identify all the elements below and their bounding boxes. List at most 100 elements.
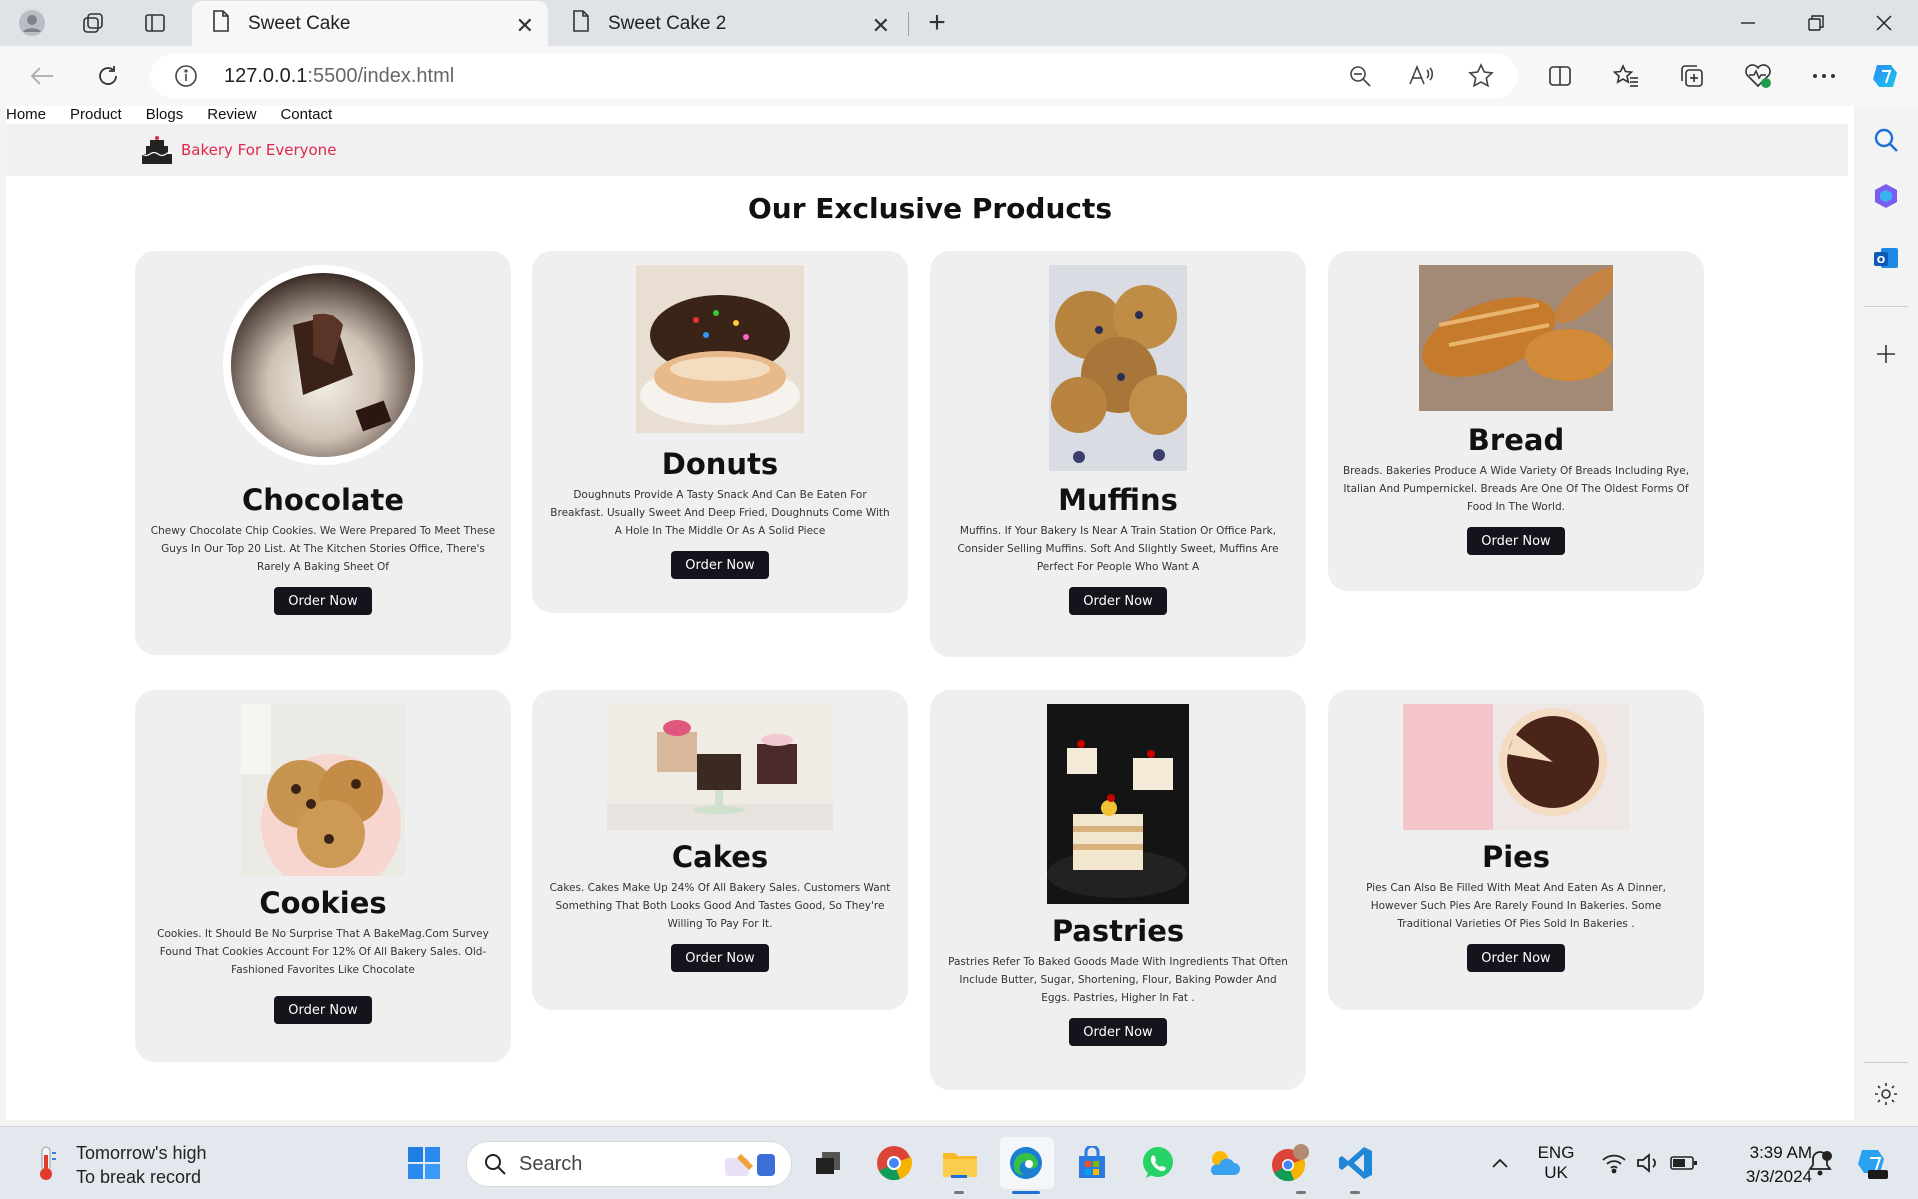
sidebar-settings-icon[interactable] [1868,1076,1904,1112]
windows-taskbar: Tomorrow's high To break record Search E… [0,1126,1918,1199]
favorite-star-icon[interactable] [1468,63,1494,93]
restore-button[interactable] [1786,6,1846,40]
sidebar-divider [1864,1062,1908,1063]
zoom-out-icon[interactable] [1348,64,1372,92]
refresh-button[interactable] [88,58,128,94]
product-card-pastries: Pastries Pastries Refer To Baked Goods M… [930,690,1306,1090]
sidebar-divider [1864,306,1908,307]
close-tab-icon[interactable]: ✕ [516,13,534,39]
windows-start-icon[interactable] [404,1143,444,1183]
active-app-indicator [1012,1191,1040,1194]
nav-contact-link[interactable]: Contact [280,106,332,124]
site-info-icon[interactable] [174,64,198,92]
site-nav: Home Product Blogs Review Contact [6,106,356,124]
product-card-muffins: Muffins Muffins. If Your Bakery Is Near … [930,251,1306,657]
running-indicator [1296,1191,1306,1194]
language-indicator[interactable]: ENG UK [1526,1143,1586,1183]
profile-icon[interactable] [17,8,47,38]
edge-sidebar: O [1854,106,1918,1126]
product-card-bread: Bread Breads. Bakeries Produce A Wide Va… [1328,251,1704,591]
bakery-logo-icon[interactable] [138,136,176,166]
notifications-icon[interactable] [1800,1143,1840,1183]
product-name: Chocolate [241,483,404,517]
clock[interactable]: 3:39 AM 3/3/2024 [1716,1141,1812,1189]
add-sidebar-app-icon[interactable] [1868,336,1904,372]
donuts-image [636,265,804,433]
vscode-icon[interactable] [1336,1143,1376,1183]
order-now-button[interactable]: Order Now [274,996,372,1024]
chrome-icon[interactable] [874,1143,914,1183]
order-now-button[interactable]: Order Now [1467,944,1565,972]
weather-line-2: To break record [76,1167,202,1187]
order-now-button[interactable]: Order Now [1069,587,1167,615]
search-highlight-icon [721,1148,781,1184]
section-title: Our Exclusive Products [747,192,1113,225]
brand-name[interactable]: Bakery For Everyone [181,141,336,159]
chrome-profile-icon[interactable] [1270,1143,1310,1183]
page-icon [572,10,590,38]
show-hidden-icons-chevron-icon[interactable] [1480,1143,1520,1183]
minimize-button[interactable] [1718,6,1778,40]
chocolate-image [223,265,423,465]
copilot-icon[interactable] [1866,58,1906,94]
nav-product-link[interactable]: Product [70,106,122,124]
more-options-icon[interactable] [1804,58,1844,94]
product-card-cookies: Cookies Cookies. It Should Be No Surpris… [135,690,511,1062]
url-text[interactable]: 127.0.0.1:5500/index.html [224,65,454,88]
product-name: Pies [1481,840,1551,874]
favorites-icon[interactable] [1606,58,1646,94]
product-description: Cakes. Cakes Make Up 24% Of All Bakery S… [549,882,891,930]
copilot-preview-icon[interactable] [1852,1143,1892,1183]
pastries-image [1047,704,1189,904]
nav-review-link[interactable]: Review [207,106,256,124]
page-icon [212,10,230,38]
tab-sweet-cake-2[interactable]: Sweet Cake 2 ✕ [552,1,904,47]
battery-icon[interactable] [1664,1143,1704,1183]
edge-icon[interactable] [1006,1143,1046,1183]
language-region: UK [1544,1163,1568,1182]
whatsapp-icon[interactable] [1138,1143,1178,1183]
browser-toolbar: 127.0.0.1:5500/index.html [0,46,1918,106]
workspaces-icon[interactable] [78,8,108,38]
order-now-button[interactable]: Order Now [671,944,769,972]
order-now-button[interactable]: Order Now [671,551,769,579]
product-description: Breads. Bakeries Produce A Wide Variety … [1342,465,1690,513]
product-description: Pastries Refer To Baked Goods Made With … [948,956,1288,1004]
product-card-cakes: Cakes Cakes. Cakes Make Up 24% Of All Ba… [532,690,908,1010]
split-screen-icon[interactable] [1540,58,1580,94]
tab-sweet-cake[interactable]: Sweet Cake ✕ [192,1,548,47]
file-explorer-icon[interactable] [940,1143,980,1183]
product-card-pies: Pies Pies Can Also Be Filled With Meat A… [1328,690,1704,1010]
read-aloud-icon[interactable] [1408,64,1434,92]
close-tab-icon[interactable]: ✕ [872,13,890,39]
browser-titlebar: Sweet Cake ✕ Sweet Cake 2 ✕ + [0,0,1918,47]
nav-blogs-link[interactable]: Blogs [146,106,184,124]
weather-thermometer-icon[interactable] [26,1143,66,1183]
weather-app-icon[interactable] [1204,1143,1244,1183]
close-window-button[interactable] [1854,6,1914,40]
address-bar[interactable]: 127.0.0.1:5500/index.html [150,54,1518,98]
tab-actions-icon[interactable] [140,8,170,38]
microsoft-store-icon[interactable] [1072,1143,1112,1183]
product-card-chocolate: Chocolate Chewy Chocolate Chip Cookies. … [135,251,511,655]
search-icon[interactable] [1868,122,1904,158]
order-now-button[interactable]: Order Now [274,587,372,615]
collections-icon[interactable] [1672,58,1712,94]
back-button[interactable] [22,58,62,94]
task-view-icon[interactable] [808,1143,848,1183]
taskbar-search[interactable]: Search [466,1141,792,1187]
product-name: Cakes [671,840,769,874]
weather-widget[interactable]: Tomorrow's high To break record [76,1141,206,1189]
volume-icon[interactable] [1628,1143,1668,1183]
order-now-button[interactable]: Order Now [1069,1018,1167,1046]
order-now-button[interactable]: Order Now [1467,527,1565,555]
product-card-donuts: Donuts Doughnuts Provide A Tasty Snack A… [532,251,908,613]
nav-home-link[interactable]: Home [6,106,46,124]
outlook-icon[interactable]: O [1868,240,1904,276]
product-name: Pastries [1051,914,1185,948]
copilot-apps-icon[interactable] [1868,178,1904,214]
new-tab-button[interactable]: + [920,6,954,40]
tab-title: Sweet Cake 2 [608,13,727,34]
product-name: Muffins [1058,483,1178,517]
browser-essentials-icon[interactable] [1738,58,1778,94]
